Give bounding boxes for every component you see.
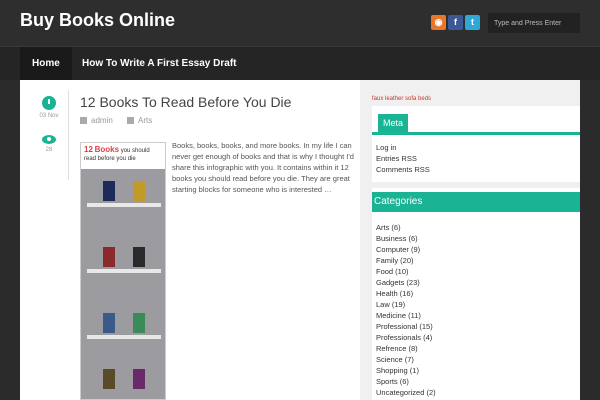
folder-icon	[127, 117, 135, 125]
meta-link-entries-rss[interactable]: Entries RSS	[376, 153, 430, 164]
category-link[interactable]: Family (20)	[376, 255, 436, 266]
post-date: 03 Nov	[39, 113, 59, 119]
infographic-headline: 12 Books you should read before you die	[81, 143, 165, 169]
post-content: 03 Nov 28 12 Books To Read Before You Di…	[20, 80, 360, 400]
site-header: Buy Books Online ◉ f t	[0, 0, 600, 46]
site-title[interactable]: Buy Books Online	[20, 10, 175, 31]
categories-title: Categories	[372, 192, 580, 212]
search-input[interactable]	[488, 13, 580, 33]
post-meta: admin Arts	[80, 116, 164, 125]
category-link[interactable]: Science (7)	[376, 354, 436, 365]
categories-list: Arts (6) Business (6) Computer (9) Famil…	[376, 222, 436, 398]
book-cover	[103, 181, 115, 201]
category-link[interactable]: Health (16)	[376, 288, 436, 299]
categories-widget: Categories Arts (6) Business (6) Compute…	[372, 188, 580, 400]
rss-icon[interactable]: ◉	[431, 15, 446, 30]
divider	[68, 90, 69, 180]
eye-icon	[42, 135, 56, 144]
facebook-icon[interactable]: f	[448, 15, 463, 30]
shelf	[87, 335, 161, 339]
main-nav: Home How To Write A First Essay Draft	[0, 46, 600, 81]
category-link[interactable]: Professionals (4)	[376, 332, 436, 343]
category-link[interactable]: Medicine (11)	[376, 310, 436, 321]
post-category[interactable]: Arts	[138, 116, 152, 125]
meta-list: Log in Entries RSS Comments RSS	[376, 142, 430, 175]
book-cover	[103, 247, 115, 267]
category-link[interactable]: Sports (6)	[376, 376, 436, 387]
book-cover	[133, 181, 145, 201]
post-title[interactable]: 12 Books To Read Before You Die	[80, 94, 291, 110]
ad-link[interactable]: faux leather sofa beds	[372, 96, 431, 102]
shelf	[87, 203, 161, 207]
meta-widget-title: Meta	[378, 114, 408, 132]
category-link[interactable]: Refrence (8)	[376, 343, 436, 354]
shelf	[87, 269, 161, 273]
book-cover	[133, 247, 145, 267]
post-author[interactable]: admin	[91, 116, 113, 125]
post-views: 28	[45, 147, 53, 153]
category-link[interactable]: Arts (6)	[376, 222, 436, 233]
category-link[interactable]: Food (10)	[376, 266, 436, 277]
category-link[interactable]: Shopping (1)	[376, 365, 436, 376]
book-cover	[103, 313, 115, 333]
meta-widget: Meta Log in Entries RSS Comments RSS	[372, 106, 580, 182]
category-link[interactable]: Business (6)	[376, 233, 436, 244]
infographic-image[interactable]: 12 Books you should read before you die	[80, 142, 166, 400]
nav-first-essay-draft[interactable]: How To Write A First Essay Draft	[70, 47, 248, 81]
clock-icon	[42, 96, 56, 110]
nav-home[interactable]: Home	[20, 47, 72, 81]
category-link[interactable]: Uncategorized (2)	[376, 387, 436, 398]
post-excerpt: Books, books, books, and more books. In …	[172, 141, 354, 194]
twitter-icon[interactable]: t	[465, 15, 480, 30]
category-link[interactable]: Computer (9)	[376, 244, 436, 255]
meta-link-comments-rss[interactable]: Comments RSS	[376, 164, 430, 175]
category-link[interactable]: Professional (15)	[376, 321, 436, 332]
user-icon	[80, 117, 87, 125]
book-cover	[133, 369, 145, 389]
meta-link-login[interactable]: Log in	[376, 142, 430, 153]
category-link[interactable]: Gadgets (23)	[376, 277, 436, 288]
main-area: 03 Nov 28 12 Books To Read Before You Di…	[20, 80, 580, 400]
book-cover	[103, 369, 115, 389]
meta-widget-rule	[372, 132, 580, 135]
book-cover	[133, 313, 145, 333]
category-link[interactable]: Law (19)	[376, 299, 436, 310]
post-date-column: 03 Nov 28	[38, 96, 60, 153]
